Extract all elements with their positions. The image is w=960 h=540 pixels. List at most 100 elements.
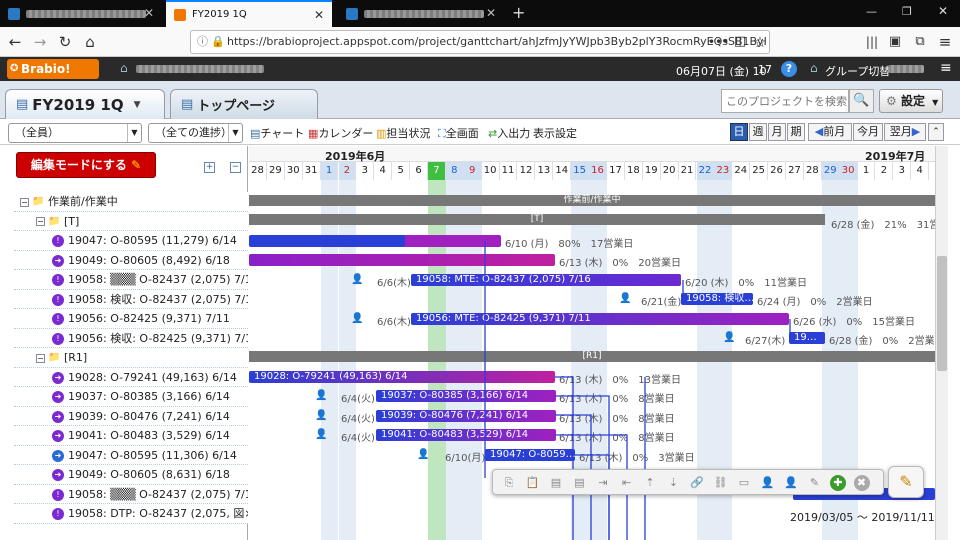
reload-button[interactable]: ↻ <box>55 32 75 52</box>
view-quarter-button[interactable]: 期 <box>787 123 805 141</box>
chevron-down-icon[interactable]: ▼ <box>134 100 141 110</box>
organization-name[interactable] <box>136 65 264 73</box>
unlink-icon[interactable]: ⛓ <box>713 475 729 491</box>
home-button[interactable]: ⌂ <box>80 32 100 52</box>
minimize-window-button[interactable]: — <box>866 5 877 18</box>
browser-tab-1[interactable]: ✕ <box>0 0 162 27</box>
user-name[interactable] <box>888 65 924 73</box>
task-bar-19049[interactable] <box>249 254 555 266</box>
tree-row[interactable]: ! 19047: O-80595 (11,279) 6/14 <box>14 231 248 251</box>
delete-icon[interactable]: ✖ <box>853 475 870 491</box>
forward-button[interactable]: → <box>30 32 50 52</box>
view-week-button[interactable]: 週 <box>749 123 767 141</box>
collapse-toolbar-button[interactable]: ⌃ <box>928 123 944 141</box>
note-icon[interactable]: ✎ <box>807 475 823 491</box>
browser-tab-active[interactable]: FY2019 1Q ✕ <box>166 0 332 27</box>
close-tab-icon[interactable]: ✕ <box>314 8 324 22</box>
user-menu-icon[interactable]: ≡ <box>940 60 952 76</box>
task-bar-19058-mte[interactable]: 19058: MTE: O-82437 (2,075) 7/16 <box>411 274 681 286</box>
add-icon[interactable]: ✚ <box>830 475 846 491</box>
project-tab-top[interactable]: ▤ トップページ <box>170 89 318 119</box>
copy-icon[interactable]: ⎘ <box>501 475 517 491</box>
help-icon[interactable]: ? <box>781 61 797 77</box>
tree-row[interactable]: ➜ 19037: O-80385 (3,166) 6/14 <box>14 387 248 407</box>
tree-row[interactable]: ! 19056: O-82425 (9,371) 7/11 <box>14 309 248 329</box>
collapse-toggle-icon[interactable]: − <box>36 217 45 226</box>
task-bar-19056-inspect[interactable]: 19… <box>789 332 825 344</box>
page-actions-icon[interactable]: ••• <box>708 32 729 52</box>
prev-month-button[interactable]: ◀前月 <box>808 123 852 141</box>
collapse-toggle-icon[interactable]: − <box>20 197 29 207</box>
group-bar-r1[interactable]: [R1] <box>249 351 935 362</box>
import-export-link[interactable]: ⇄入出力 <box>488 125 530 141</box>
tree-row[interactable]: ! 19058: ▒▒▒ O-82437 (2,075) 7/16 <box>14 484 248 504</box>
task-bar-19047[interactable] <box>249 235 501 247</box>
project-tab-fy2019[interactable]: ▤ FY2019 1Q ▼ <box>5 89 165 119</box>
assignment-view-link[interactable]: ▥担当状況 <box>376 125 430 141</box>
task-bar-19058-inspect[interactable]: 19058: 検収… <box>681 293 753 305</box>
task-bar-19028[interactable]: 19028: O-79241 (49,163) 6/14 <box>249 371 555 383</box>
search-icon[interactable]: 🔍 <box>849 89 874 113</box>
settings-button[interactable]: ⚙ 設定 ▼ <box>879 89 943 113</box>
bookmark-star-icon[interactable]: ☆ <box>750 32 770 52</box>
view-month-button[interactable]: 月 <box>768 123 786 141</box>
back-button[interactable]: ← <box>5 32 25 52</box>
vertical-scrollbar[interactable] <box>935 146 948 540</box>
library-icon[interactable]: ||| <box>862 32 882 52</box>
collapse-all-icon[interactable]: − <box>230 162 241 173</box>
close-tab-icon[interactable]: ✕ <box>144 6 154 20</box>
insert-below-icon[interactable]: ▤ <box>572 475 588 491</box>
expand-all-icon[interactable]: + <box>204 162 215 173</box>
tree-row[interactable]: − 📁 [T] <box>14 211 248 231</box>
url-bar[interactable]: ⓘ 🔒 https://brabioproject.appspot.com/pr… <box>190 30 770 54</box>
fullscreen-link[interactable]: ⛶全画面 <box>438 125 479 141</box>
tree-row[interactable]: ➜ 19041: O-80483 (3,529) 6/14 <box>14 426 248 446</box>
tree-row[interactable]: ! 19056: 検収: O-82425 (9,371) 7/11 <box>14 328 248 348</box>
task-bar-19056-mte[interactable]: 19056: MTE: O-82425 (9,371) 7/11 <box>411 313 789 325</box>
tree-row[interactable]: ➜ 19047: O-80595 (11,306) 6/14 <box>14 445 248 465</box>
progress-filter-select[interactable]: （全ての進捗） ▼ <box>148 123 243 143</box>
link-icon[interactable]: 🔗 <box>689 475 705 491</box>
assign-user-icon[interactable]: 👤 <box>760 475 776 491</box>
collapse-toggle-icon[interactable]: − <box>36 353 45 363</box>
pocket-icon[interactable]: ◫ <box>730 32 750 52</box>
group-switch-link[interactable]: グループ切替 <box>825 63 890 79</box>
task-bar-19047-r1[interactable]: 19047: O-8059… <box>485 449 575 461</box>
member-filter-select[interactable]: （全員） ▼ <box>8 123 142 143</box>
info-icon[interactable]: ⓘ <box>197 31 208 53</box>
paste-icon[interactable]: 📋 <box>525 475 541 491</box>
scrollbar-thumb[interactable] <box>937 256 947 371</box>
toolbar-toggle-icon[interactable]: ✎ <box>888 466 924 498</box>
next-month-button[interactable]: 翌月▶ <box>884 123 926 141</box>
tree-row[interactable]: − 📁 作業前/作業中 <box>14 192 248 212</box>
close-window-button[interactable]: ✕ <box>938 4 948 18</box>
indent-icon[interactable]: ⇥ <box>595 475 611 491</box>
tree-row[interactable]: ! 19058: ▒▒▒ O-82437 (2,075) 7/16 <box>14 270 248 290</box>
move-up-icon[interactable]: ⇡ <box>642 475 658 491</box>
project-search-input[interactable] <box>721 89 849 113</box>
this-month-button[interactable]: 今月 <box>853 123 883 141</box>
tree-row[interactable]: ➜ 19039: O-80476 (7,241) 6/14 <box>14 406 248 426</box>
tree-row[interactable]: ! 19058: DTP: O-82437 (2,075, 図×3 <box>14 504 248 524</box>
brabio-logo[interactable]: ✪ Brabio! <box>7 59 99 79</box>
tree-row[interactable]: − 📁 [R1] <box>14 348 248 368</box>
insert-above-icon[interactable]: ▤ <box>548 475 564 491</box>
unassign-user-icon[interactable]: 👤 <box>783 475 799 491</box>
tree-row[interactable]: ➜ 19049: O-80605 (8,631) 6/18 <box>14 465 248 485</box>
outdent-icon[interactable]: ⇤ <box>619 475 635 491</box>
task-bar-19037[interactable]: 19037: O-80385 (3,166) 6/14 <box>376 390 556 402</box>
tree-row[interactable]: ➜ 19049: O-80605 (8,492) 6/18 <box>14 250 248 270</box>
calendar-view-link[interactable]: ▦カレンダー <box>308 125 373 141</box>
tree-row[interactable]: ➜ 19028: O-79241 (49,163) 6/14 <box>14 367 248 387</box>
chart-view-link[interactable]: ▤チャート <box>250 125 304 141</box>
tree-row[interactable]: ! 19058: 検収: O-82437 (2,075) 7/16 <box>14 289 248 309</box>
new-tab-button[interactable]: + <box>512 3 525 22</box>
milestone-icon[interactable]: ▭ <box>736 475 752 491</box>
edit-mode-button[interactable]: 編集モードにする ✎ <box>16 152 156 178</box>
restore-window-button[interactable]: ❐ <box>902 5 912 18</box>
move-down-icon[interactable]: ⇣ <box>666 475 682 491</box>
browser-tab-3[interactable]: ✕ <box>338 0 504 27</box>
display-settings-link[interactable]: 表示設定 <box>533 125 577 141</box>
screenshot-icon[interactable]: ⧉ <box>910 32 930 52</box>
group-bar-top[interactable]: 作業前/作業中 <box>249 195 935 206</box>
